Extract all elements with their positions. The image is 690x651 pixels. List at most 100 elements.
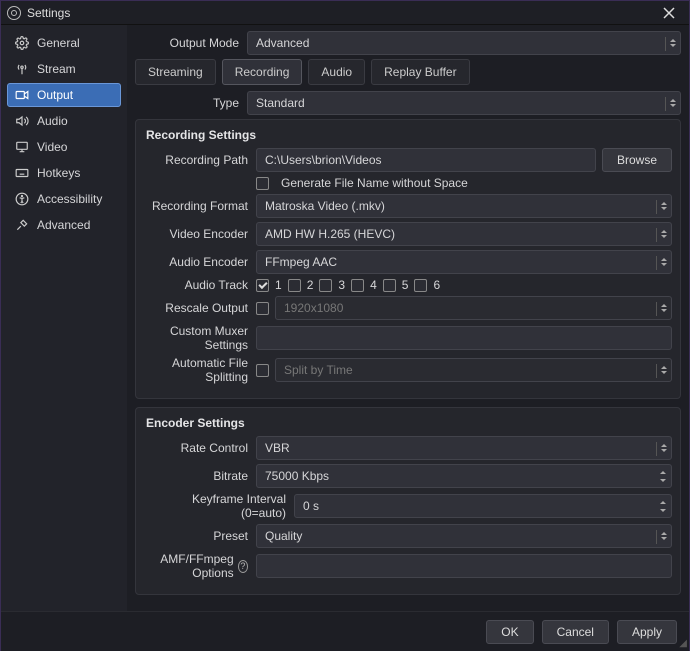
chevron-down-icon bbox=[659, 297, 669, 319]
chevron-updown-icon bbox=[659, 251, 669, 273]
spinner-arrows-icon[interactable] bbox=[657, 495, 669, 517]
titlebar: Settings bbox=[1, 1, 689, 25]
track-label: 6 bbox=[433, 278, 440, 292]
auto-file-splitting-checkbox[interactable] bbox=[256, 364, 269, 377]
chevron-updown-icon bbox=[659, 525, 669, 547]
sidebar: General Stream Output Audio Video bbox=[1, 25, 127, 611]
audio-track-6-checkbox[interactable] bbox=[414, 279, 427, 292]
spinner-arrows-icon[interactable] bbox=[657, 465, 669, 487]
rescale-output-checkbox[interactable] bbox=[256, 302, 269, 315]
amf-options-input[interactable] bbox=[256, 554, 672, 578]
sidebar-item-audio[interactable]: Audio bbox=[7, 109, 121, 133]
dialog-footer: OK Cancel Apply ◢ bbox=[1, 611, 689, 651]
cancel-button[interactable]: Cancel bbox=[542, 620, 609, 644]
audio-track-5-checkbox[interactable] bbox=[383, 279, 396, 292]
track-label: 4 bbox=[370, 278, 377, 292]
sidebar-item-label: Stream bbox=[37, 62, 76, 76]
browse-button[interactable]: Browse bbox=[602, 148, 672, 172]
type-label: Type bbox=[135, 96, 247, 110]
rate-control-label: Rate Control bbox=[144, 441, 256, 455]
audio-track-4-checkbox[interactable] bbox=[351, 279, 364, 292]
apply-button[interactable]: Apply bbox=[617, 620, 677, 644]
rate-control-select[interactable]: VBR bbox=[256, 436, 672, 460]
audio-encoder-label: Audio Encoder bbox=[144, 255, 256, 269]
window-title: Settings bbox=[27, 6, 663, 20]
chevron-updown-icon bbox=[659, 437, 669, 459]
sidebar-item-accessibility[interactable]: Accessibility bbox=[7, 187, 121, 211]
sidebar-item-label: Video bbox=[37, 140, 67, 154]
sidebar-item-label: Advanced bbox=[37, 218, 90, 232]
output-mode-select[interactable]: Advanced bbox=[247, 31, 681, 55]
sidebar-item-hotkeys[interactable]: Hotkeys bbox=[7, 161, 121, 185]
audio-track-1-checkbox[interactable] bbox=[256, 279, 269, 292]
audio-encoder-select[interactable]: FFmpeg AAC bbox=[256, 250, 672, 274]
app-icon bbox=[7, 6, 21, 20]
bitrate-label: Bitrate bbox=[144, 469, 256, 483]
video-encoder-label: Video Encoder bbox=[144, 227, 256, 241]
recording-settings-title: Recording Settings bbox=[146, 128, 672, 142]
encoder-settings-panel: Encoder Settings Rate Control VBR Bitrat… bbox=[135, 407, 681, 595]
chevron-updown-icon bbox=[668, 92, 678, 114]
recording-settings-panel: Recording Settings Recording Path C:\Use… bbox=[135, 119, 681, 399]
sidebar-item-general[interactable]: General bbox=[7, 31, 121, 55]
type-select[interactable]: Standard bbox=[247, 91, 681, 115]
chevron-updown-icon bbox=[659, 195, 669, 217]
ok-button[interactable]: OK bbox=[486, 620, 533, 644]
chevron-updown-icon bbox=[659, 223, 669, 245]
auto-file-splitting-label: Automatic File Splitting bbox=[144, 356, 256, 384]
tab-recording[interactable]: Recording bbox=[222, 59, 303, 85]
output-tabs: Streaming Recording Audio Replay Buffer bbox=[135, 59, 681, 85]
recording-path-input[interactable]: C:\Users\brion\Videos bbox=[256, 148, 596, 172]
keyboard-icon bbox=[15, 166, 29, 180]
encoder-settings-title: Encoder Settings bbox=[146, 416, 672, 430]
chevron-updown-icon bbox=[659, 359, 669, 381]
keyframe-interval-spinner[interactable]: 0 s bbox=[294, 494, 672, 518]
track-label: 1 bbox=[275, 278, 282, 292]
generate-filename-checkbox[interactable] bbox=[256, 177, 269, 190]
auto-file-splitting-select[interactable]: Split by Time bbox=[275, 358, 672, 382]
keyframe-interval-label: Keyframe Interval (0=auto) bbox=[144, 492, 294, 520]
output-mode-label: Output Mode bbox=[135, 36, 247, 50]
sidebar-item-advanced[interactable]: Advanced bbox=[7, 213, 121, 237]
track-label: 2 bbox=[307, 278, 314, 292]
sidebar-item-label: Accessibility bbox=[37, 192, 102, 206]
content-area: Output Mode Advanced Streaming Recording… bbox=[127, 25, 689, 611]
amf-options-label: AMF/FFmpeg Options bbox=[144, 552, 234, 580]
recording-format-select[interactable]: Matroska Video (.mkv) bbox=[256, 194, 672, 218]
preset-select[interactable]: Quality bbox=[256, 524, 672, 548]
accessibility-icon bbox=[15, 192, 29, 206]
audio-track-3-checkbox[interactable] bbox=[319, 279, 332, 292]
rescale-output-select[interactable]: 1920x1080 bbox=[275, 296, 672, 320]
sidebar-item-output[interactable]: Output bbox=[7, 83, 121, 107]
help-icon[interactable]: ? bbox=[238, 560, 248, 573]
recording-path-label: Recording Path bbox=[144, 153, 256, 167]
gear-icon bbox=[15, 36, 29, 50]
chevron-updown-icon bbox=[668, 32, 678, 54]
monitor-icon bbox=[15, 140, 29, 154]
audio-track-2-checkbox[interactable] bbox=[288, 279, 301, 292]
sidebar-item-video[interactable]: Video bbox=[7, 135, 121, 159]
video-encoder-select[interactable]: AMD HW H.265 (HEVC) bbox=[256, 222, 672, 246]
tab-streaming[interactable]: Streaming bbox=[135, 59, 216, 85]
bitrate-spinner[interactable]: 75000 Kbps bbox=[256, 464, 672, 488]
generate-filename-label: Generate File Name without Space bbox=[281, 176, 468, 190]
speaker-icon bbox=[15, 114, 29, 128]
sidebar-item-label: Output bbox=[37, 88, 73, 102]
sidebar-item-label: Audio bbox=[37, 114, 68, 128]
tools-icon bbox=[15, 218, 29, 232]
close-icon[interactable] bbox=[663, 7, 683, 19]
custom-muxer-input[interactable] bbox=[256, 326, 672, 350]
resize-grip-icon[interactable]: ◢ bbox=[679, 638, 687, 649]
rescale-output-label: Rescale Output bbox=[144, 301, 256, 315]
sidebar-item-stream[interactable]: Stream bbox=[7, 57, 121, 81]
tab-audio[interactable]: Audio bbox=[308, 59, 365, 85]
custom-muxer-label: Custom Muxer Settings bbox=[144, 324, 256, 352]
track-label: 5 bbox=[402, 278, 409, 292]
recording-format-label: Recording Format bbox=[144, 199, 256, 213]
output-icon bbox=[15, 88, 29, 102]
tab-replay-buffer[interactable]: Replay Buffer bbox=[371, 59, 470, 85]
sidebar-item-label: General bbox=[37, 36, 80, 50]
audio-track-label: Audio Track bbox=[144, 278, 256, 292]
preset-label: Preset bbox=[144, 529, 256, 543]
track-label: 3 bbox=[338, 278, 345, 292]
